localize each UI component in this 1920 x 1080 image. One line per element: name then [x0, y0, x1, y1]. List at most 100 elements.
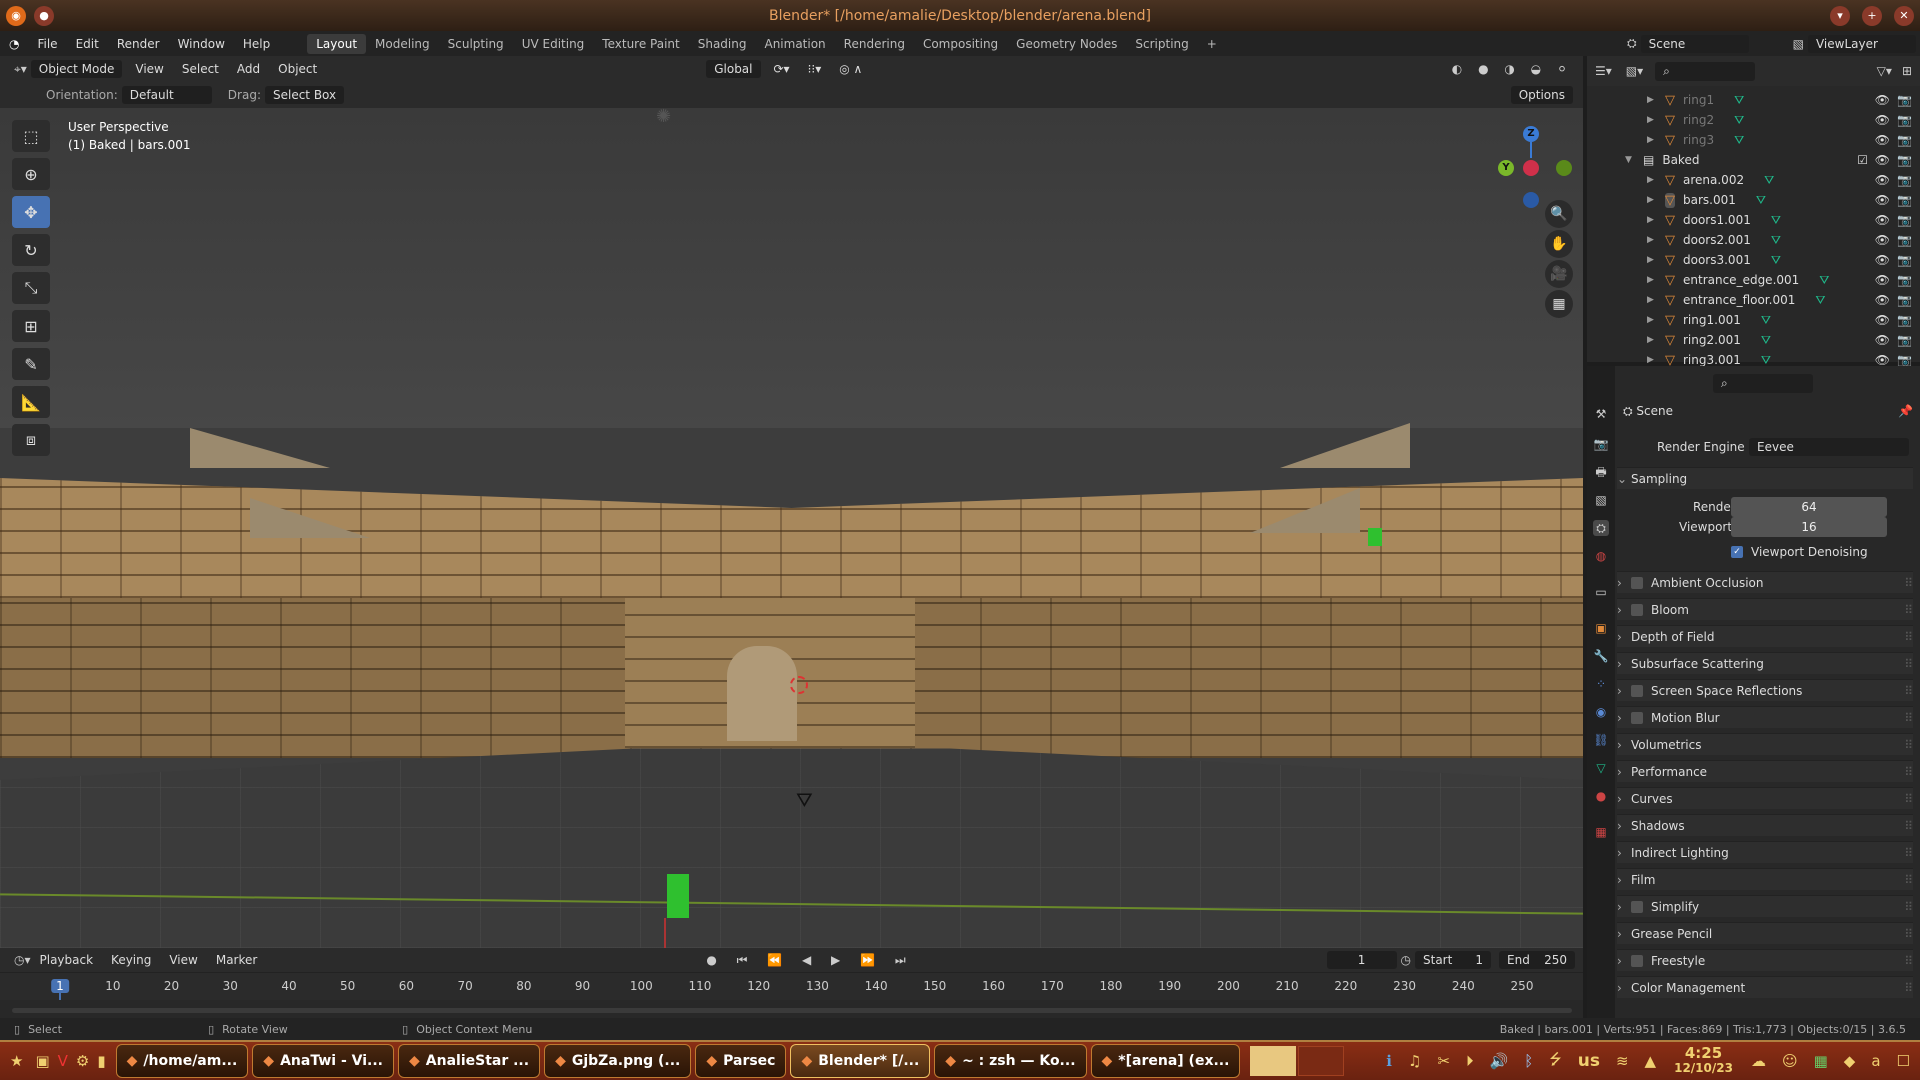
taskbar-window-button[interactable]: ◆Parsec — [695, 1044, 786, 1078]
select-box-tool-icon[interactable]: ⬚ — [12, 120, 50, 152]
drag-handle-icon[interactable]: ⠿ — [1904, 630, 1913, 644]
visibility-eye-icon[interactable]: 👁 — [1875, 133, 1890, 147]
frame-tick-label[interactable]: 70 — [457, 979, 472, 993]
bluetooth-icon[interactable]: ᛒ — [1524, 1052, 1533, 1070]
visibility-eye-icon[interactable]: 👁 — [1875, 353, 1890, 367]
emoji-icon[interactable]: ☺ — [1782, 1052, 1798, 1070]
render-camera-icon[interactable]: 📷 — [1897, 113, 1912, 127]
render-camera-icon[interactable]: 📷 — [1897, 133, 1912, 147]
frame-tick-label[interactable]: 50 — [340, 979, 355, 993]
frame-tick-label[interactable]: 20 — [164, 979, 179, 993]
frame-tick-label[interactable]: 250 — [1511, 979, 1534, 993]
expand-right-icon[interactable]: ▶ — [1647, 355, 1665, 365]
panel-header[interactable]: ›Curves⠿ — [1617, 787, 1913, 809]
frame-tick-label[interactable]: 60 — [399, 979, 414, 993]
current-frame-marker[interactable]: 1 — [51, 979, 69, 993]
expand-right-icon[interactable]: ▶ — [1647, 175, 1665, 185]
expand-right-icon[interactable]: ▶ — [1647, 95, 1665, 105]
music-tray-icon[interactable]: ♫ — [1408, 1052, 1421, 1070]
panel-enable-checkbox[interactable] — [1631, 955, 1643, 967]
drag-handle-icon[interactable]: ⠿ — [1904, 846, 1913, 860]
pin-icon[interactable]: 📌 — [1898, 404, 1913, 418]
visibility-eye-icon[interactable]: 👁 — [1875, 333, 1890, 347]
drag-handle-icon[interactable]: ⠿ — [1904, 927, 1913, 941]
viewport-menu-select[interactable]: Select — [173, 62, 228, 76]
view-layer-selector[interactable]: ViewLayer — [1808, 35, 1916, 53]
timeline-menu-view[interactable]: View — [160, 953, 206, 967]
drag-handle-icon[interactable]: ⠿ — [1904, 792, 1913, 806]
texture-tab-icon[interactable]: ▦ — [1593, 824, 1609, 840]
screenshot-tray-icon[interactable]: ✂ — [1437, 1052, 1450, 1070]
info-tray-icon[interactable]: ℹ — [1386, 1052, 1392, 1070]
frame-tick-label[interactable]: 30 — [223, 979, 238, 993]
outliner-item[interactable]: ▶▽ring2⛛👁📷 — [1587, 110, 1920, 130]
drag-handle-icon[interactable]: ⠿ — [1904, 819, 1913, 833]
add-workspace-button[interactable]: + — [1198, 34, 1226, 54]
expand-right-icon[interactable]: ▶ — [1647, 115, 1665, 125]
sampling-panel-header[interactable]: ⌄Sampling — [1617, 467, 1913, 489]
properties-search-input[interactable]: ⌕ — [1713, 374, 1813, 393]
drag-dropdown[interactable]: Select Box — [265, 86, 344, 104]
gizmo-z-axis[interactable]: Z — [1523, 126, 1539, 142]
frame-tick-label[interactable]: 90 — [575, 979, 590, 993]
outliner-item[interactable]: ▶▽ring2.001⛛👁📷 — [1587, 330, 1920, 350]
viewport-menu-add[interactable]: Add — [228, 62, 269, 76]
green-object[interactable] — [1368, 528, 1382, 546]
panel-header[interactable]: ›Volumetrics⠿ — [1617, 733, 1913, 755]
panel-enable-checkbox[interactable] — [1631, 577, 1643, 589]
tool-tab-icon[interactable]: ⚒ — [1593, 406, 1609, 422]
panel-header[interactable]: ›Film⠿ — [1617, 868, 1913, 890]
workspace-2[interactable] — [1298, 1046, 1344, 1076]
frame-tick-label[interactable]: 240 — [1452, 979, 1475, 993]
tab-scripting[interactable]: Scripting — [1126, 34, 1197, 54]
end-frame-field[interactable]: End 250 — [1499, 951, 1575, 969]
panel-header[interactable]: ›Subsurface Scattering⠿ — [1617, 652, 1913, 674]
outliner-item[interactable]: ▶▽ring1.001⛛👁📷 — [1587, 310, 1920, 330]
taskbar-window-button[interactable]: ◆~ : zsh — Ko... — [934, 1044, 1086, 1078]
weather-icon[interactable]: ☁ — [1751, 1052, 1766, 1070]
transform-orientation-dropdown[interactable]: Global — [706, 60, 760, 78]
rotate-tool-icon[interactable]: ↻ — [12, 234, 50, 266]
expand-right-icon[interactable]: ▶ — [1647, 275, 1665, 285]
settings-launcher-icon[interactable]: ⚙ — [76, 1052, 89, 1070]
launcher-star-icon[interactable]: ★ — [10, 1052, 23, 1070]
pan-hand-icon[interactable]: ✋ — [1545, 230, 1573, 258]
visibility-eye-icon[interactable]: 👁 — [1875, 153, 1890, 167]
usb-icon[interactable]: ⭍ — [1549, 1049, 1562, 1074]
outliner-item[interactable]: ▶▽entrance_floor.001⛛👁📷 — [1587, 290, 1920, 310]
calculator-icon[interactable]: ▦ — [1814, 1052, 1828, 1070]
render-camera-icon[interactable]: 📷 — [1897, 313, 1912, 327]
viewport-samples-field[interactable]: 16 — [1731, 517, 1887, 537]
zoom-icon[interactable]: 🔍 — [1545, 200, 1573, 228]
frame-tick-label[interactable]: 130 — [806, 979, 829, 993]
panel-enable-checkbox[interactable] — [1631, 685, 1643, 697]
gizmo-y-axis[interactable]: Y — [1498, 160, 1514, 176]
render-camera-icon[interactable]: 📷 — [1897, 333, 1912, 347]
visibility-eye-icon[interactable]: 👁 — [1875, 313, 1890, 327]
physics-tab-icon[interactable]: ◉ — [1593, 704, 1609, 720]
gizmo-neg-y-axis[interactable] — [1556, 160, 1572, 176]
outliner-item[interactable]: ▶▽entrance_edge.001⛛👁📷 — [1587, 270, 1920, 290]
collection-tab-icon[interactable]: ▭ — [1593, 584, 1609, 600]
taskbar-window-button[interactable]: ◆GjbZa.png (... — [544, 1044, 691, 1078]
outliner-item[interactable]: ▶▽ring3⛛👁📷 — [1587, 130, 1920, 150]
expand-right-icon[interactable]: ▶ — [1647, 335, 1665, 345]
outliner-item[interactable]: ▶▽doors3.001⛛👁📷 — [1587, 250, 1920, 270]
blender-menu-icon[interactable]: ◔ — [0, 37, 28, 51]
panel-enable-checkbox[interactable] — [1631, 901, 1643, 913]
gizmo-x-axis[interactable] — [1523, 160, 1539, 176]
frame-tick-label[interactable]: 10 — [105, 979, 120, 993]
panel-enable-checkbox[interactable] — [1631, 604, 1643, 616]
menu-window[interactable]: Window — [169, 37, 234, 51]
drag-handle-icon[interactable]: ⠿ — [1904, 900, 1913, 914]
transform-tool-icon[interactable]: ⊞ — [12, 310, 50, 342]
expand-right-icon[interactable]: ▶ — [1647, 235, 1665, 245]
visibility-eye-icon[interactable]: 👁 — [1875, 213, 1890, 227]
expand-right-icon[interactable]: ▶ — [1647, 315, 1665, 325]
shading-mode-icons[interactable]: ◐ ● ◑ ◒ ⚪ — [1452, 62, 1573, 76]
panel-header[interactable]: ›Simplify⠿ — [1617, 895, 1913, 917]
camera-object-icon[interactable]: ⛛ — [796, 788, 813, 812]
render-camera-icon[interactable]: 📷 — [1897, 233, 1912, 247]
expand-right-icon[interactable]: ▶ — [1647, 195, 1665, 205]
tab-layout[interactable]: Layout — [307, 34, 366, 54]
